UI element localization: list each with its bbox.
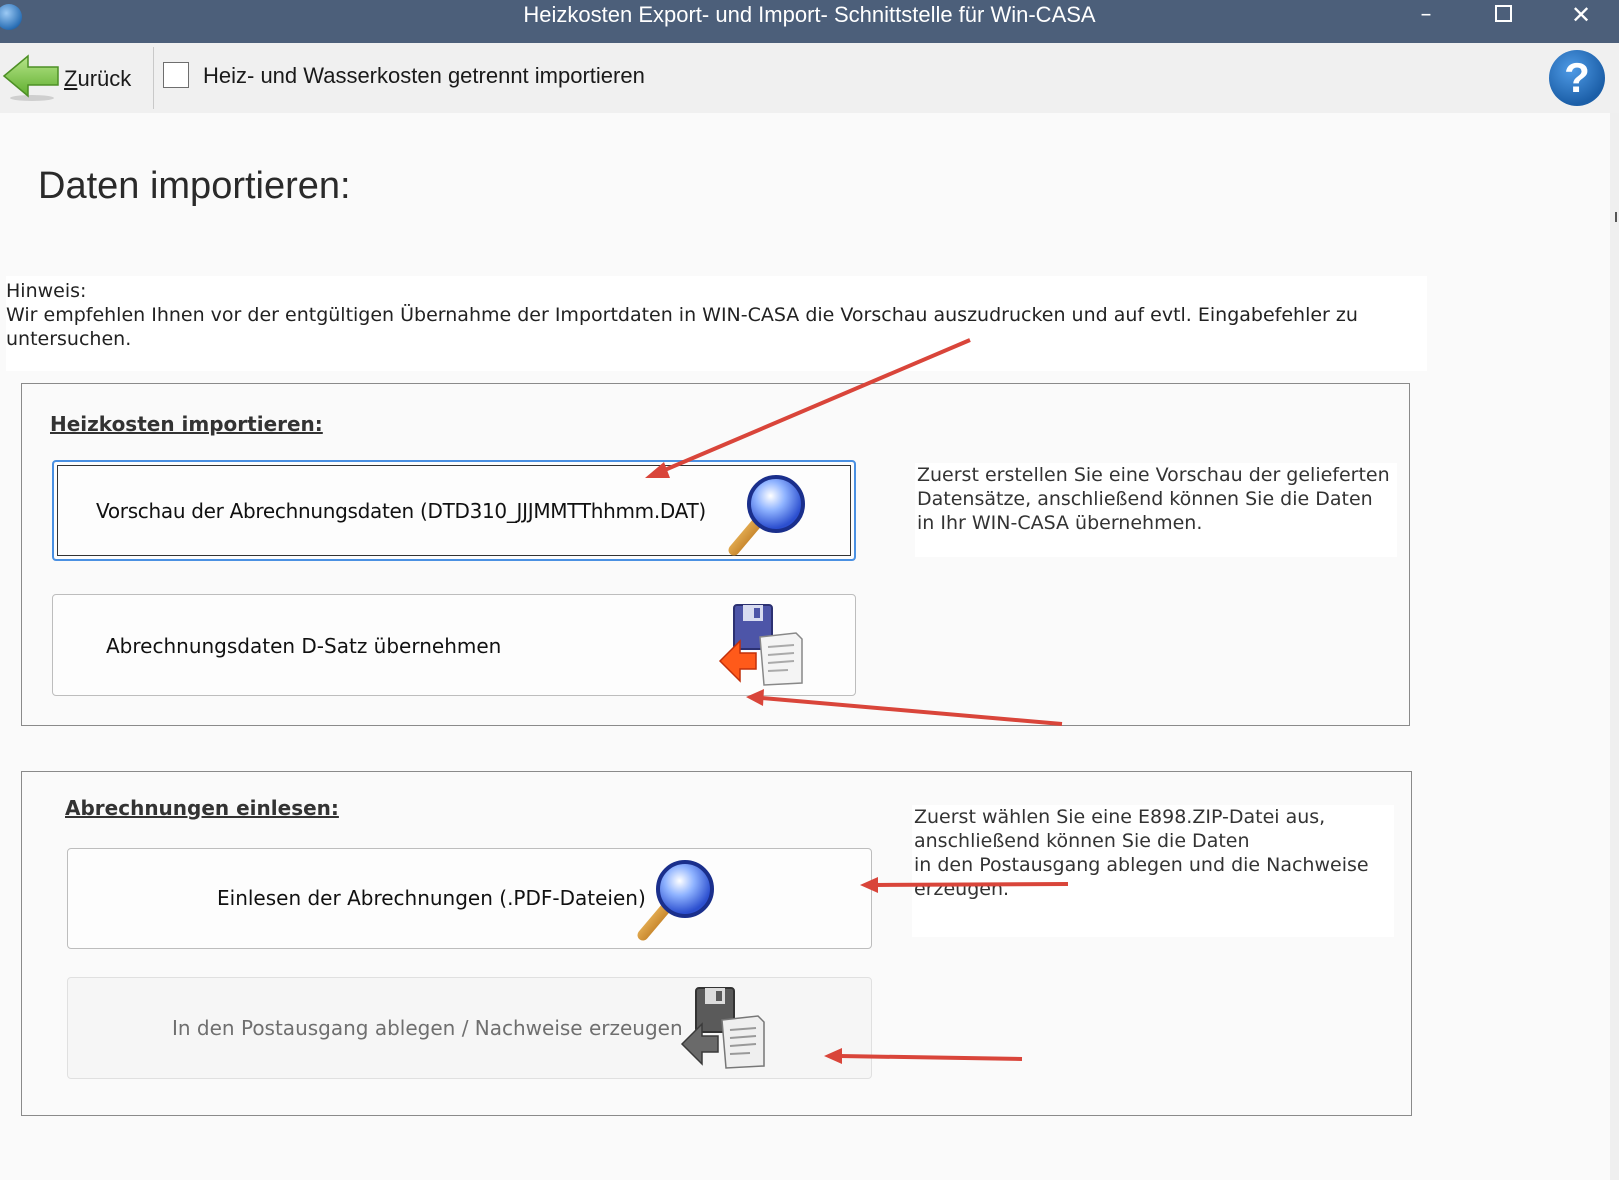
separate-costs-label[interactable]: Heiz- und Wasserkosten getrennt importie… xyxy=(203,63,645,89)
description-line: Zuerst erstellen Sie eine Vorschau der g… xyxy=(917,464,1390,486)
window-title: Heizkosten Export- und Import- Schnittst… xyxy=(523,2,1096,27)
import-billing-data-button[interactable]: Abrechnungsdaten D-Satz übernehmen xyxy=(52,594,856,696)
back-arrow-icon xyxy=(2,54,59,101)
outbox-proofs-label: In den Postausgang ablegen / Nachweise e… xyxy=(172,1016,683,1040)
magnifier-icon xyxy=(728,475,805,556)
description-line: Zuerst wählen Sie eine E898.ZIP-Datei au… xyxy=(914,806,1326,828)
description-line: in Ihr WIN-CASA übernehmen. xyxy=(917,512,1203,534)
heizkosten-description: Zuerst erstellen Sie eine Vorschau der g… xyxy=(915,463,1397,557)
heizkosten-title: Heizkosten importieren: xyxy=(50,412,323,436)
right-edge xyxy=(1610,113,1619,1180)
disk-import-icon xyxy=(718,604,803,686)
read-statements-label: Einlesen der Abrechnungen (.PDF-Dateien) xyxy=(217,886,646,910)
toolbar: Zurück Heiz- und Wasserkosten getrennt i… xyxy=(0,43,1619,113)
description-line: erzeugen. xyxy=(914,878,1010,900)
preview-billing-data-label: Vorschau der Abrechnungsdaten (DTD310_JJ… xyxy=(96,499,706,523)
abrechnungen-title: Abrechnungen einlesen: xyxy=(65,796,339,820)
title-bar: Heizkosten Export- und Import- Schnittst… xyxy=(0,0,1619,43)
page-title: Daten importieren: xyxy=(38,165,351,207)
minimize-button[interactable]: – xyxy=(1395,0,1457,32)
close-button[interactable]: ✕ xyxy=(1550,0,1612,32)
disk-import-icon xyxy=(680,987,765,1069)
preview-billing-data-button[interactable]: Vorschau der Abrechnungsdaten (DTD310_JJ… xyxy=(52,460,856,561)
import-billing-data-label: Abrechnungsdaten D-Satz übernehmen xyxy=(106,634,502,658)
separate-costs-checkbox[interactable] xyxy=(163,62,189,88)
read-statements-button[interactable]: Einlesen der Abrechnungen (.PDF-Dateien) xyxy=(67,848,872,949)
maximize-icon xyxy=(1494,4,1512,22)
abrechnungen-description: Zuerst wählen Sie eine E898.ZIP-Datei au… xyxy=(912,805,1394,937)
hint-panel: Hinweis: Wir empfehlen Ihnen vor der ent… xyxy=(6,276,1427,371)
description-line: anschließend können Sie die Daten xyxy=(914,830,1250,852)
hint-text: Wir empfehlen Ihnen vor der entgültigen … xyxy=(6,304,1358,350)
maximize-button[interactable] xyxy=(1472,0,1534,32)
hint-title: Hinweis: xyxy=(6,280,87,302)
toolbar-separator xyxy=(153,47,154,109)
magnifier-icon xyxy=(637,860,714,941)
back-button[interactable]: Zurück xyxy=(0,46,148,110)
outbox-proofs-button[interactable]: In den Postausgang ablegen / Nachweise e… xyxy=(67,977,872,1079)
help-icon[interactable]: ? xyxy=(1549,50,1605,106)
resize-marker xyxy=(1615,212,1617,222)
description-line: in den Postausgang ablegen und die Nachw… xyxy=(914,854,1369,876)
description-line: Datensätze, anschließend können Sie die … xyxy=(917,488,1373,510)
back-label: Zurück xyxy=(64,66,132,91)
